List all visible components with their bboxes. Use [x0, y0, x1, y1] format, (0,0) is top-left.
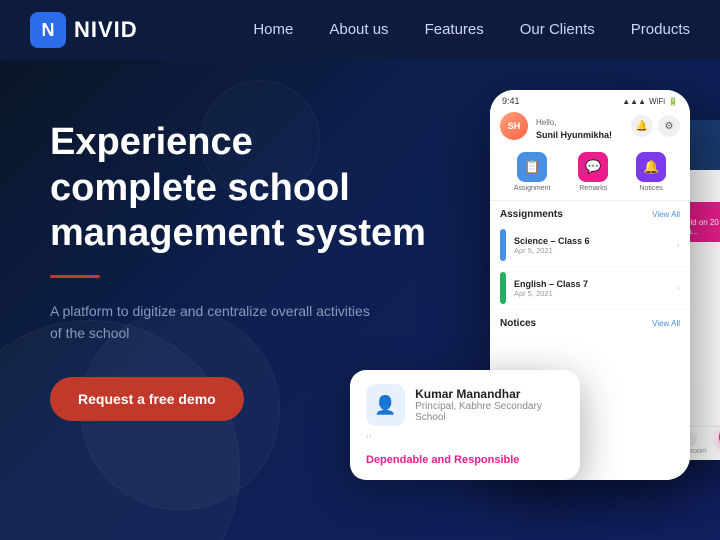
phone-greeting-block: Hello, Sunil Hyunmikha! — [536, 112, 612, 140]
assignment-item-1[interactable]: Science – Class 6 Apr 5, 2021 › — [490, 224, 690, 267]
notification-icon[interactable]: 🔔 — [631, 115, 653, 137]
hero-section: Experience complete school management sy… — [0, 60, 720, 540]
assignment-name-2: English – Class 7 — [514, 279, 669, 289]
nav-link-products[interactable]: Products — [631, 21, 690, 38]
assignment-info-1: Science – Class 6 Apr 5, 2021 — [514, 236, 669, 255]
status-icons: ▲▲▲ WiFi 🔋 — [622, 97, 678, 106]
phone-greeting: Hello, Sunil Hyunmikha! — [536, 118, 612, 140]
navbar: N NIVID Home About us Features Our Clien… — [0, 0, 720, 60]
signal-icon: ▲▲▲ — [622, 97, 646, 106]
assignment-icon: 📋 — [517, 152, 547, 182]
phones-area: 9:41 ▲▲▲ WiFi 🔋 SH Hello, Sunil Hyunmik — [360, 80, 720, 540]
nav-link-clients[interactable]: Our Clients — [520, 21, 595, 38]
request-demo-button[interactable]: Request a free demo — [50, 377, 244, 421]
user-avatar: SH — [500, 112, 528, 140]
logo-text: NIVID — [74, 17, 138, 43]
assignment-date-2: Apr 5, 2021 — [514, 289, 669, 298]
wifi-icon: WiFi — [649, 97, 665, 106]
assignment-item-2[interactable]: English – Class 7 Apr 5, 2021 › — [490, 267, 690, 310]
nav-link-home[interactable]: Home — [253, 21, 293, 38]
battery-icon: 🔋 — [668, 97, 678, 106]
notices-section-header: Notices View All — [490, 310, 690, 333]
view-all-notices[interactable]: View All — [652, 319, 680, 328]
hero-subtitle: A platform to digitize and centralize ov… — [50, 300, 370, 345]
assignment-date-1: Apr 5, 2021 — [514, 246, 669, 255]
card-quote: Dependable and Responsible — [366, 454, 564, 466]
phone-quick-icons: 📋 Assignment 💬 Remarks 🔔 Notices — [490, 146, 690, 201]
card-popup: 👤 Kumar Manandhar Principal, Kabhre Seco… — [350, 370, 580, 480]
phone-time: 9:41 — [502, 96, 520, 106]
remarks-icon: 💬 — [578, 152, 608, 182]
logo[interactable]: N NIVID — [30, 12, 138, 48]
logo-icon: N — [30, 12, 66, 48]
remarks-icon-item[interactable]: 💬 Remarks — [578, 152, 608, 192]
assignment-label: Assignment — [514, 185, 551, 192]
card-name: Kumar Manandhar — [415, 387, 564, 401]
hero-underline-deco — [50, 275, 100, 278]
nav-links: Home About us Features Our Clients Produ… — [253, 21, 690, 39]
phone-status-bar: 9:41 ▲▲▲ WiFi 🔋 — [490, 90, 690, 108]
notices-icon-item[interactable]: 🔔 Notices — [636, 152, 666, 192]
card-popup-header: 👤 Kumar Manandhar Principal, Kabhre Seco… — [366, 384, 564, 426]
chevron-icon-1: › — [677, 240, 680, 251]
card-avatar: 👤 — [366, 384, 405, 426]
nav-link-features[interactable]: Features — [425, 21, 484, 38]
assignment-color-2 — [500, 272, 506, 304]
remarks-label: Remarks — [579, 185, 607, 192]
notices-icon: 🔔 — [636, 152, 666, 182]
notices-title: Notices — [500, 318, 536, 329]
assignment-info-2: English – Class 7 Apr 5, 2021 — [514, 279, 669, 298]
chevron-icon-2: › — [677, 283, 680, 294]
phone-user-name: Sunil Hyunmikha! — [536, 130, 612, 140]
view-all-assignments[interactable]: View All — [652, 210, 680, 219]
card-info: Kumar Manandhar Principal, Kabhre Second… — [415, 387, 564, 423]
assignments-title: Assignments — [500, 209, 563, 220]
assignment-name-1: Science – Class 6 — [514, 236, 669, 246]
assignment-icon-item[interactable]: 📋 Assignment — [514, 152, 551, 192]
assignments-section-header: Assignments View All — [490, 201, 690, 224]
notices-label: Notices — [639, 185, 662, 192]
nav-link-about[interactable]: About us — [329, 21, 388, 38]
quote-mark-icon: " — [366, 434, 564, 450]
phone-header: SH Hello, Sunil Hyunmikha! 🔔 ⚙ — [490, 108, 690, 146]
card-role: Principal, Kabhre Secondary School — [415, 401, 564, 423]
phone-header-left: SH Hello, Sunil Hyunmikha! — [500, 112, 612, 140]
assignment-color-1 — [500, 229, 506, 261]
settings-icon[interactable]: ⚙ — [658, 115, 680, 137]
phone-header-right: 🔔 ⚙ — [631, 115, 680, 137]
